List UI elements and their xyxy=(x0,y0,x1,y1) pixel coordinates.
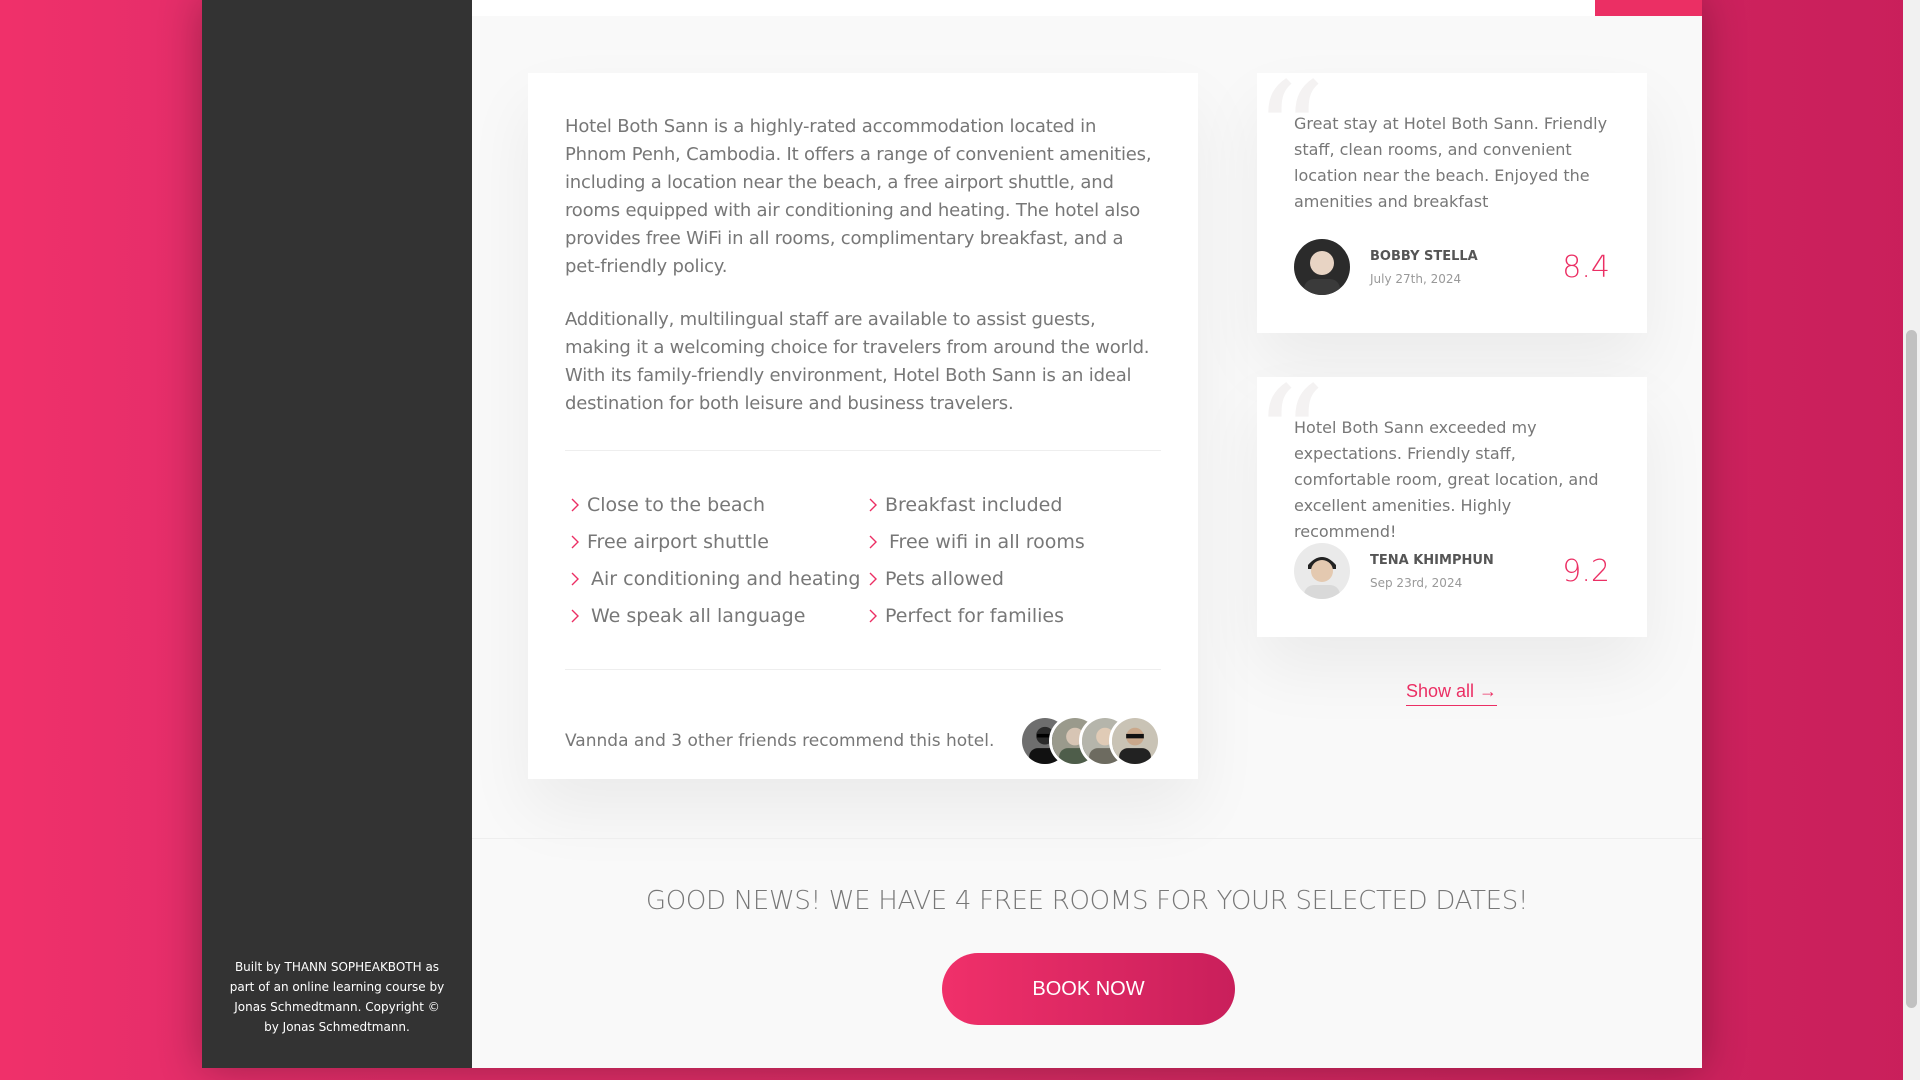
show-all-link[interactable]: Show all → xyxy=(1406,681,1498,706)
review-date: July 27th, 2024 xyxy=(1370,271,1462,286)
chevron-right-icon xyxy=(565,494,587,516)
review-card: “ Great stay at Hotel Both Sann. Friendl… xyxy=(1254,65,1647,333)
review-rating: 9.2 xyxy=(1562,553,1610,589)
reviewer-name: Bobby Stella xyxy=(1370,248,1478,264)
chevron-right-icon xyxy=(863,605,885,627)
feature-list: Close to the beach Breakfast included Fr… xyxy=(565,451,1161,669)
top-strip xyxy=(472,0,1702,16)
top-accent-bar xyxy=(1595,0,1702,16)
chevron-right-icon xyxy=(565,531,587,553)
description-paragraph: Additionally, multilingual staff are ava… xyxy=(565,309,1150,414)
divider xyxy=(472,838,1702,839)
chevron-right-icon xyxy=(565,568,587,590)
feature-label: Perfect for families xyxy=(885,604,1065,627)
chevron-right-icon xyxy=(863,494,885,516)
feature-label: Air conditioning and heating xyxy=(591,567,861,590)
sidebar: Built by THANN SOPHEAKBOTH as part of an… xyxy=(202,0,472,1068)
cta-heading: Good news! We have 4 free rooms for your… xyxy=(645,886,1529,916)
feature-item: We speak all language xyxy=(565,602,863,629)
friend-avatars xyxy=(1019,715,1161,767)
copyright-text: Built by THANN SOPHEAKBOTH as part of an… xyxy=(229,960,445,1034)
review-text: Great stay at Hotel Both Sann. Friendly … xyxy=(1294,114,1608,211)
scrollbar[interactable] xyxy=(1903,0,1920,1080)
feature-label: Pets allowed xyxy=(885,567,1004,590)
recommend-text: Vannda and 3 other friends recommend thi… xyxy=(565,731,995,751)
avatar xyxy=(1294,239,1350,295)
chevron-right-icon xyxy=(565,605,587,627)
feature-item: Free airport shuttle xyxy=(565,528,863,555)
feature-item: Perfect for families xyxy=(863,602,1161,629)
reviews-column: “ Great stay at Hotel Both Sann. Friendl… xyxy=(1254,65,1647,681)
description-paragraph: Hotel Both Sann is a highly-rated accomm… xyxy=(565,116,1152,277)
review-user: Bobby Stella July 27th, 2024 8.4 xyxy=(1294,239,1610,295)
feature-label: Close to the beach xyxy=(587,493,766,516)
chevron-right-icon xyxy=(863,531,885,553)
feature-item: Pets allowed xyxy=(863,565,1161,592)
feature-item: Close to the beach xyxy=(565,491,863,518)
review-user: Tena Khimphun Sep 23rd, 2024 9.2 xyxy=(1294,543,1610,599)
review-date: Sep 23rd, 2024 xyxy=(1370,575,1463,590)
feature-item: Air conditioning and heating xyxy=(565,565,863,592)
review-text: Hotel Both Sann exceeded my expectations… xyxy=(1294,418,1599,541)
hotel-description: Hotel Both Sann is a highly-rated accomm… xyxy=(528,73,1198,779)
friend-avatar xyxy=(1109,715,1161,767)
recommend-row: Vannda and 3 other friends recommend thi… xyxy=(565,670,1161,767)
review-user-info: Bobby Stella July 27th, 2024 xyxy=(1370,249,1562,286)
feature-item: Free wifi in all rooms xyxy=(863,528,1161,555)
feature-label: We speak all language xyxy=(591,604,806,627)
review-card: “ Hotel Both Sann exceeded my expectatio… xyxy=(1254,369,1647,637)
feature-item: Breakfast included xyxy=(863,491,1161,518)
feature-label: Free wifi in all rooms xyxy=(889,530,1085,553)
feature-label: Free airport shuttle xyxy=(587,530,769,553)
page-container: Built by THANN SOPHEAKBOTH as part of an… xyxy=(202,0,1702,1068)
review-rating: 8.4 xyxy=(1562,249,1610,285)
review-user-info: Tena Khimphun Sep 23rd, 2024 xyxy=(1370,553,1562,590)
avatar xyxy=(1294,543,1350,599)
feature-label: Breakfast included xyxy=(885,493,1063,516)
scrollbar-thumb[interactable] xyxy=(1906,330,1917,1008)
chevron-right-icon xyxy=(863,568,885,590)
book-now-button[interactable]: Book now xyxy=(942,953,1235,1025)
reviewer-name: Tena Khimphun xyxy=(1370,552,1494,568)
main-content: Hotel Both Sann is a highly-rated accomm… xyxy=(472,0,1702,1068)
